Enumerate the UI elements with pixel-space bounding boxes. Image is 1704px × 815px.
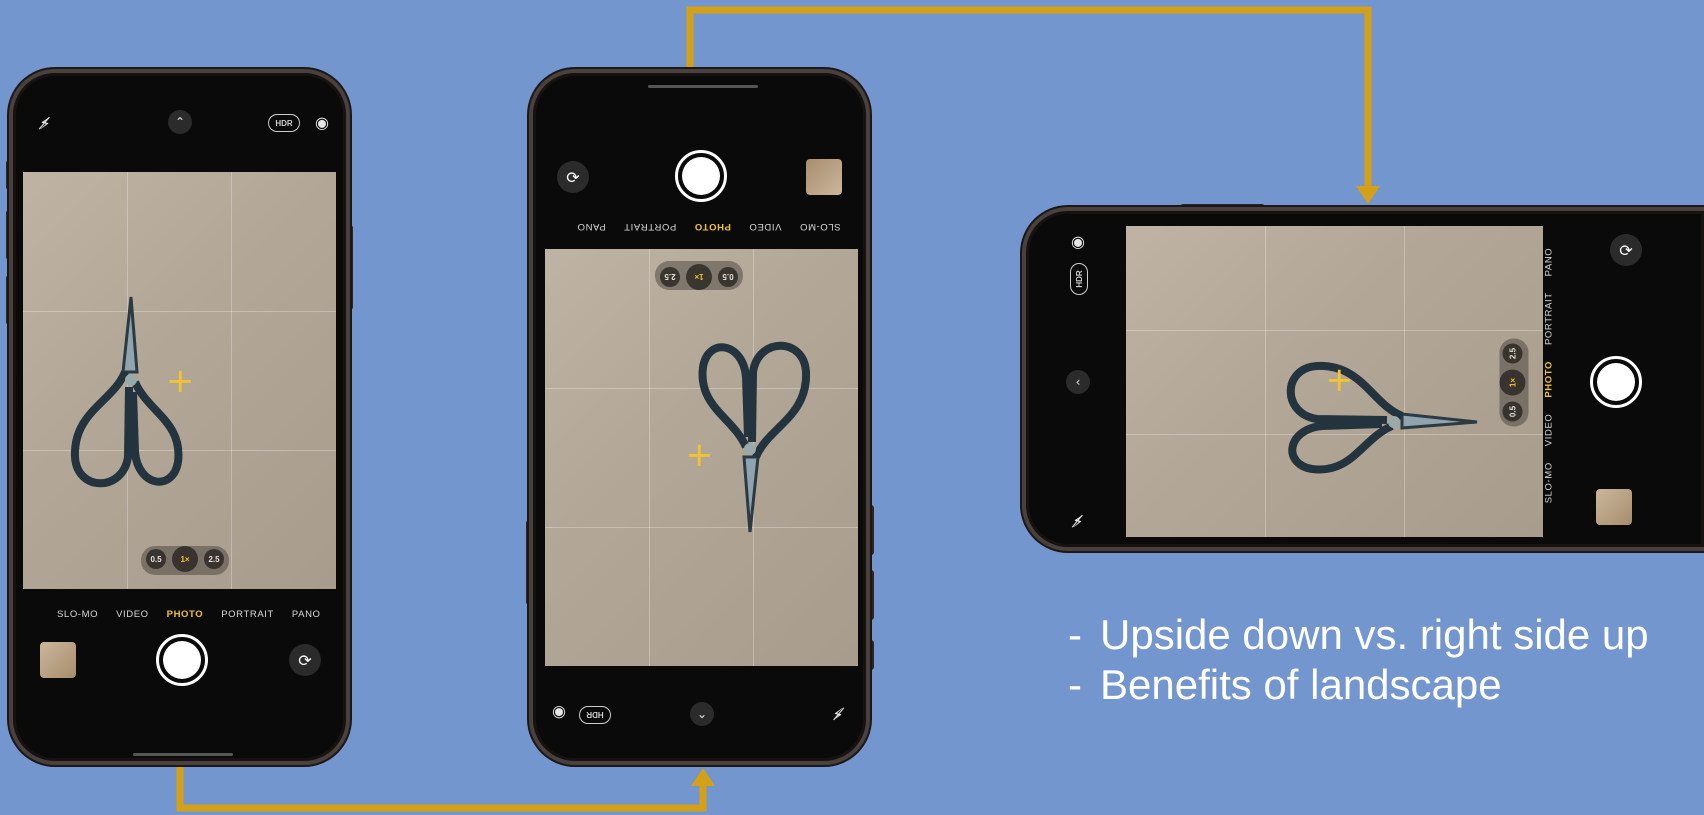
photo-thumbnail[interactable] xyxy=(806,159,842,195)
shutter-button[interactable] xyxy=(1590,356,1642,408)
zoom-selector[interactable]: 0.5 1× 2.5 xyxy=(141,546,229,575)
bullet-dash: - xyxy=(1068,611,1082,658)
phone2-upside-down: ⟳ SLO-MO VIDEO PHOTO PORTRAIT PANO + 0.5… xyxy=(529,69,870,765)
bullet-text: Benefits of landscape xyxy=(1100,661,1502,708)
mode-selector[interactable]: SLO-MO VIDEO PHOTO PORTRAIT PANO xyxy=(1543,248,1554,504)
mode-pano[interactable]: PANO xyxy=(292,609,321,620)
zoom-2-5[interactable]: 2.5 xyxy=(660,267,680,287)
mode-photo[interactable]: PHOTO xyxy=(167,609,204,620)
bullet-list: - Upside down vs. right side up - Benefits… xyxy=(1068,610,1649,710)
zoom-1x[interactable]: 1× xyxy=(686,264,712,290)
zoom-2-5[interactable]: 2.5 xyxy=(1502,343,1523,364)
mode-photo[interactable]: PHOTO xyxy=(1543,361,1554,398)
mode-selector[interactable]: SLO-MO VIDEO PHOTO PORTRAIT PANO xyxy=(57,609,321,620)
zoom-0-5[interactable]: 0.5 xyxy=(718,267,738,287)
shutter-button[interactable] xyxy=(675,150,727,202)
bullet-dash: - xyxy=(1068,661,1082,708)
photo-thumbnail[interactable] xyxy=(1596,489,1632,525)
mode-video[interactable]: VIDEO xyxy=(749,221,782,232)
mode-slo-mo[interactable]: SLO-MO xyxy=(57,609,98,620)
mode-portrait[interactable]: PORTRAIT xyxy=(1543,292,1554,345)
flash-off-icon[interactable]: ⚡̸ xyxy=(33,111,57,135)
bullet-item: - Upside down vs. right side up xyxy=(1068,610,1649,660)
camera-flip-icon[interactable]: ⟳ xyxy=(289,644,321,676)
mode-slo-mo[interactable]: SLO-MO xyxy=(799,221,840,232)
arrow-bottom-head xyxy=(691,768,715,786)
mode-video[interactable]: VIDEO xyxy=(1543,414,1554,447)
hdr-toggle[interactable]: HDR xyxy=(1070,263,1088,295)
arrow-top-head xyxy=(1356,186,1380,204)
home-indicator xyxy=(133,753,233,756)
live-photo-icon[interactable]: ◉ xyxy=(549,704,569,724)
hdr-toggle[interactable]: HDR xyxy=(268,114,300,132)
photo-thumbnail[interactable] xyxy=(40,642,76,678)
phone3-viewfinder[interactable]: + 0.5 1× 2.5 xyxy=(1126,226,1543,537)
phone3-landscape: ◉ HDR ‹ ⚡̸ + 0.5 1× 2.5 SLO-MO VIDEO PHO… xyxy=(1022,207,1704,551)
mode-portrait[interactable]: PORTRAIT xyxy=(221,609,274,620)
hdr-toggle[interactable]: HDR xyxy=(579,706,611,724)
zoom-selector[interactable]: 0.5 1× 2.5 xyxy=(1499,338,1529,427)
scissors-image xyxy=(1286,361,1478,474)
zoom-0-5[interactable]: 0.5 xyxy=(1502,401,1523,422)
arrow-bottom xyxy=(176,763,707,812)
mode-video[interactable]: VIDEO xyxy=(116,609,149,620)
mode-portrait[interactable]: PORTRAIT xyxy=(624,221,677,232)
mode-pano[interactable]: PANO xyxy=(577,221,606,232)
chevron-left-icon[interactable]: ‹ xyxy=(1066,370,1090,394)
chevron-up-icon[interactable]: ⌃ xyxy=(168,110,192,134)
camera-flip-icon[interactable]: ⟳ xyxy=(1610,234,1642,266)
mode-selector[interactable]: SLO-MO VIDEO PHOTO PORTRAIT PANO xyxy=(577,221,841,232)
mode-photo[interactable]: PHOTO xyxy=(694,221,731,232)
mode-slo-mo[interactable]: SLO-MO xyxy=(1543,462,1554,503)
zoom-selector[interactable]: 0.5 1× 2.5 xyxy=(655,261,743,290)
zoom-1x[interactable]: 1× xyxy=(172,546,198,572)
focus-reticle: + xyxy=(1325,360,1354,400)
camera-flip-icon[interactable]: ⟳ xyxy=(557,161,589,193)
home-indicator xyxy=(648,85,758,88)
bullet-text: Upside down vs. right side up xyxy=(1100,611,1649,658)
focus-reticle: + xyxy=(685,435,714,475)
zoom-1x[interactable]: 1× xyxy=(1499,369,1526,396)
scissors-image xyxy=(698,341,811,533)
zoom-2-5[interactable]: 2.5 xyxy=(204,549,224,569)
phone1-portrait: ⚡̸ ⌃ HDR ◉ + 0.5 1× 2.5 SLO-MO VIDEO PHO… xyxy=(9,69,350,765)
mode-pano[interactable]: PANO xyxy=(1543,248,1554,277)
shutter-button[interactable] xyxy=(156,634,208,686)
scissors-image xyxy=(70,296,183,488)
live-photo-icon[interactable]: ◉ xyxy=(312,112,332,132)
flash-off-icon[interactable]: ⚡̸ xyxy=(1066,509,1090,533)
chevron-down-icon[interactable]: ⌄ xyxy=(690,702,714,726)
live-photo-icon[interactable]: ◉ xyxy=(1068,231,1088,251)
focus-reticle: + xyxy=(166,361,195,401)
flash-off-icon[interactable]: ⚡̸ xyxy=(826,702,850,726)
phone2-viewfinder[interactable]: + 0.5 1× 2.5 xyxy=(545,249,858,666)
bullet-item: - Benefits of landscape xyxy=(1068,660,1649,710)
phone1-viewfinder[interactable]: + 0.5 1× 2.5 xyxy=(23,172,336,589)
zoom-0-5[interactable]: 0.5 xyxy=(146,549,166,569)
